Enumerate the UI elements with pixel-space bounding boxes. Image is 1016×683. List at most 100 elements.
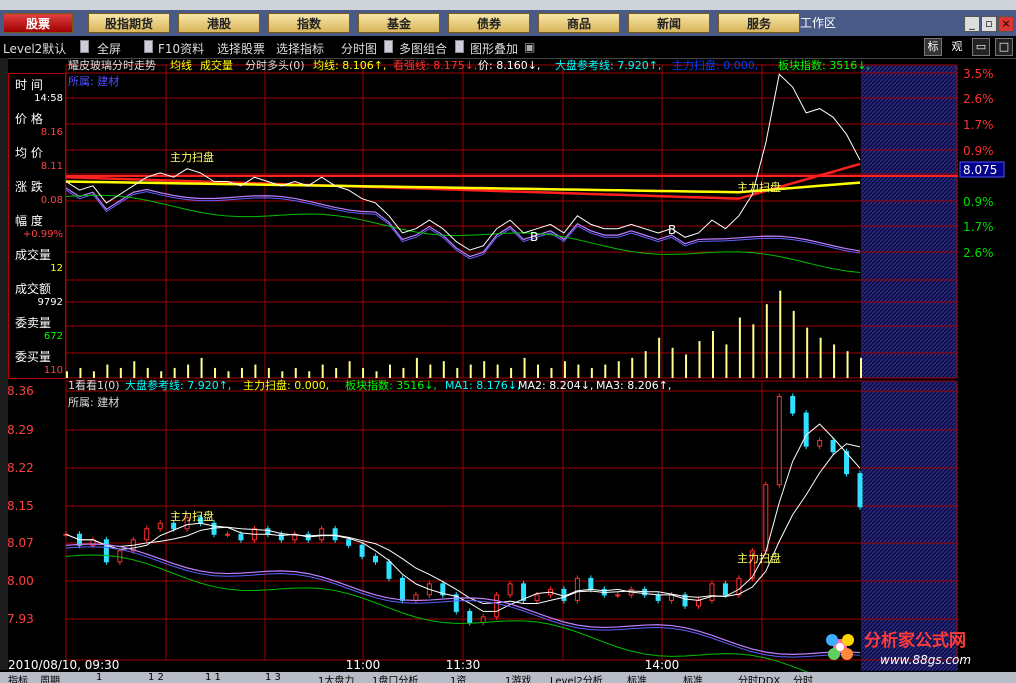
volume-bar	[537, 364, 540, 378]
bottom-tab[interactable]: 1 3	[265, 672, 281, 683]
sweep-annotation: 主力扫盘	[170, 150, 214, 164]
info-label: 均 价	[15, 146, 43, 160]
sweep-annotation: 主力扫盘	[737, 551, 781, 565]
lower-header-indicator: MA2: 8.204↓,	[518, 379, 593, 392]
info-label: 时 间	[15, 78, 43, 92]
volume-bar	[66, 371, 68, 378]
dropdown-icon[interactable]	[455, 40, 464, 53]
tab-guan[interactable]: 观	[948, 38, 966, 56]
bottom-tab[interactable]: 标准	[627, 672, 647, 683]
volume-bar	[631, 357, 634, 378]
lock-icon[interactable]: ▣	[524, 40, 535, 54]
nav-tab[interactable]: 港股	[178, 13, 260, 33]
volume-bar	[254, 364, 257, 378]
candle-body	[399, 577, 405, 601]
bottom-tab[interactable]: 1	[96, 672, 102, 683]
bottom-tab[interactable]: 1 2	[148, 672, 164, 683]
nav-tab[interactable]: 服务	[718, 13, 800, 33]
candle-body	[776, 396, 782, 486]
multichart-button[interactable]: 多图组合	[399, 40, 447, 57]
bottom-tab[interactable]: 1游戏	[505, 672, 531, 683]
bottom-tab[interactable]: 1大盘力	[318, 672, 354, 683]
volume-bar	[294, 367, 297, 378]
candle-body	[144, 528, 150, 541]
candle-body	[736, 577, 742, 596]
volume-bar	[402, 367, 405, 378]
candle-body	[211, 522, 217, 535]
volume-bar	[698, 341, 701, 378]
nav-tab[interactable]: 债券	[448, 13, 530, 33]
volume-bar	[415, 357, 418, 378]
select-indicator-button[interactable]: 选择指标	[276, 40, 324, 57]
bottom-tab[interactable]: 1 1	[205, 672, 221, 683]
minimize-icon[interactable]: _	[964, 16, 980, 32]
volume-bar	[658, 337, 661, 378]
candle-body	[467, 610, 473, 623]
bottom-tab[interactable]: 指标	[8, 672, 28, 683]
volume-bar	[375, 371, 378, 378]
bottom-tab[interactable]: 分时	[793, 672, 813, 683]
dropdown-icon[interactable]	[144, 40, 153, 53]
lower-header-indicator: 大盘参考线: 7.920↑,	[125, 378, 231, 392]
volume-bar	[577, 364, 580, 378]
bottom-tab[interactable]: Level2分析	[550, 672, 603, 683]
restore-icon[interactable]: ▭	[972, 38, 990, 56]
nav-tab[interactable]: 股票	[3, 13, 73, 33]
bottom-tab[interactable]: 1盘口分析	[372, 672, 418, 683]
candle-body	[224, 533, 230, 536]
volume-bar	[604, 364, 607, 378]
candle-body	[332, 528, 338, 541]
candle-body	[655, 594, 661, 601]
nav-tab[interactable]: 股指期货	[88, 13, 170, 33]
volume-bar	[79, 367, 82, 378]
f10-button[interactable]: F10资料	[158, 40, 204, 57]
header-indicator: 均线	[170, 58, 192, 72]
nav-tab[interactable]: 新闻	[628, 13, 710, 33]
candle-body	[319, 528, 325, 541]
volume-bar	[752, 324, 755, 378]
info-value: 8.16	[40, 127, 63, 138]
maximize-icon[interactable]: □	[995, 38, 1013, 56]
sector-label: 所属: 建材	[68, 74, 119, 88]
axis-pct-up: 3.5%	[963, 67, 994, 81]
fullscreen-button[interactable]: 全屏	[97, 40, 121, 57]
nav-tab[interactable]: 基金	[358, 13, 440, 33]
volume-bar	[833, 344, 836, 378]
candle-body	[588, 577, 594, 590]
candle-body	[480, 616, 486, 623]
axis-pct-up: 1.7%	[963, 118, 994, 132]
candle-body	[817, 440, 823, 447]
overlay-button[interactable]: 图形叠加	[470, 40, 518, 57]
timeshare-button[interactable]: 分时图	[341, 40, 377, 57]
level2-default[interactable]: Level2默认	[3, 40, 66, 57]
nav-tab[interactable]: 指数	[268, 13, 350, 33]
flower-icon	[826, 634, 854, 660]
bottom-tab[interactable]: 分时DDX	[738, 672, 780, 683]
dropdown-icon[interactable]	[384, 40, 393, 53]
header-indicator: 大盘参考线: 7.920↑,	[555, 58, 661, 72]
workarea-label[interactable]: 工作区	[800, 14, 836, 31]
volume-bar	[119, 367, 122, 378]
bottom-tab[interactable]: 标准	[683, 672, 703, 683]
volume-bar	[671, 347, 674, 378]
close-icon[interactable]: ×	[998, 16, 1014, 32]
lower-header-indicator: 板块指数: 3516↓,	[345, 378, 437, 392]
nav-tab[interactable]: 商品	[538, 13, 620, 33]
select-stock-button[interactable]: 选择股票	[217, 40, 265, 57]
info-value: 672	[43, 331, 63, 342]
buy-marker: B	[668, 223, 676, 237]
header-indicator: 看强线: 8.175↓,	[393, 58, 477, 72]
volume-bar	[281, 371, 284, 378]
bottom-tab[interactable]: 周期	[40, 672, 60, 683]
dropdown-icon[interactable]	[80, 40, 89, 53]
volume-bar	[200, 357, 203, 378]
info-label: 幅 度	[15, 214, 43, 228]
volume-bar	[738, 317, 741, 378]
bottom-tab[interactable]: 1资	[450, 672, 466, 683]
chart-title: 耀皮玻璃分时走势	[68, 58, 156, 72]
restore-icon[interactable]: ▫	[981, 16, 997, 32]
volume-bar	[442, 361, 445, 378]
tab-biao[interactable]: 标	[924, 38, 942, 56]
info-value: 12	[50, 263, 63, 274]
info-label: 成交额	[15, 282, 52, 296]
